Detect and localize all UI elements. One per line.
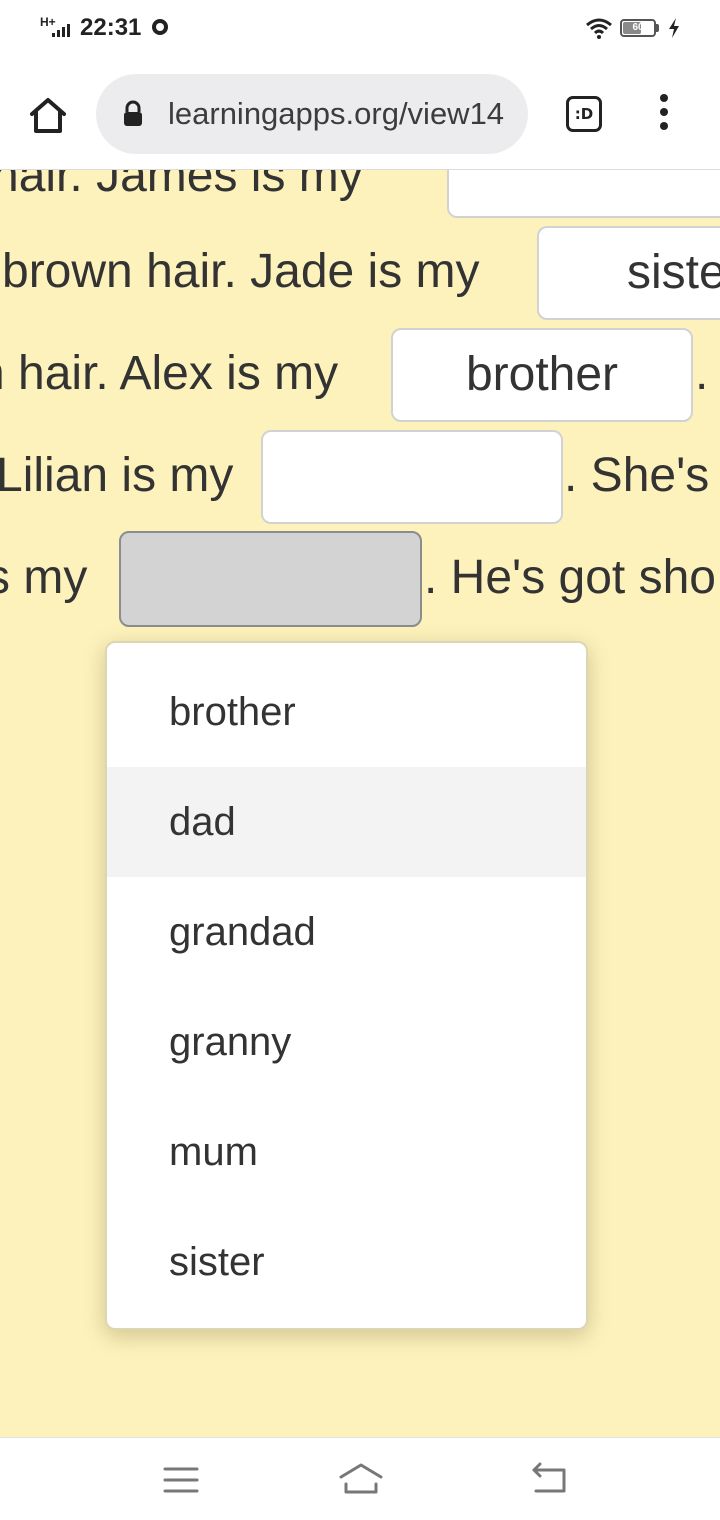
battery-tip [656, 24, 659, 32]
tab-switcher-button[interactable]: :D [566, 96, 602, 132]
option-granny[interactable]: granny [107, 987, 586, 1097]
sentence-text: hair. James is my [0, 170, 363, 202]
option-dad[interactable]: dad [107, 767, 586, 877]
overflow-menu-icon[interactable] [654, 94, 674, 134]
address-bar[interactable]: learningapps.org/view14 [96, 74, 528, 154]
system-navigation-bar [0, 1437, 720, 1520]
lock-icon [124, 100, 142, 126]
sentence-text: Lilian is my [0, 449, 234, 502]
battery-icon: 60 [620, 19, 656, 37]
sentence-text: s my [0, 551, 88, 604]
sentence-text: brown hair. Jade is my [2, 245, 480, 298]
active-answer-gap[interactable] [119, 531, 422, 627]
option-brother[interactable]: brother [107, 643, 586, 767]
home-icon[interactable] [338, 1462, 384, 1496]
sentence-text: . She's [564, 449, 710, 502]
sentence-text: n hair. Alex is my [0, 347, 339, 400]
app-notification-icon [152, 19, 168, 35]
browser-toolbar: learningapps.org/view14 :D [0, 58, 720, 170]
home-icon[interactable] [26, 93, 70, 137]
option-sister[interactable]: sister [107, 1207, 586, 1317]
url-text: learningapps.org/view14 [168, 96, 505, 131]
status-bar: H+ 22:31 60 [0, 0, 720, 58]
answer-gap[interactable] [447, 170, 720, 218]
battery-level: 60 [632, 22, 644, 33]
answer-gap[interactable] [261, 430, 563, 524]
clock: 22:31 [80, 14, 142, 41]
option-mum[interactable]: mum [107, 1097, 586, 1207]
charging-icon [669, 18, 679, 38]
wifi-icon [586, 18, 612, 39]
menu-icon[interactable] [163, 1466, 199, 1494]
option-grandad[interactable]: grandad [107, 877, 586, 987]
answer-gap[interactable]: sister [537, 226, 720, 320]
back-icon[interactable] [530, 1462, 568, 1494]
sentence-text: . He's got sho [424, 551, 716, 604]
answer-gap[interactable]: brother [391, 328, 693, 422]
signal-icon [52, 24, 70, 37]
sentence-text: . [695, 347, 709, 400]
answer-options-dropdown: brother dad grandad granny mum sister [105, 641, 588, 1330]
